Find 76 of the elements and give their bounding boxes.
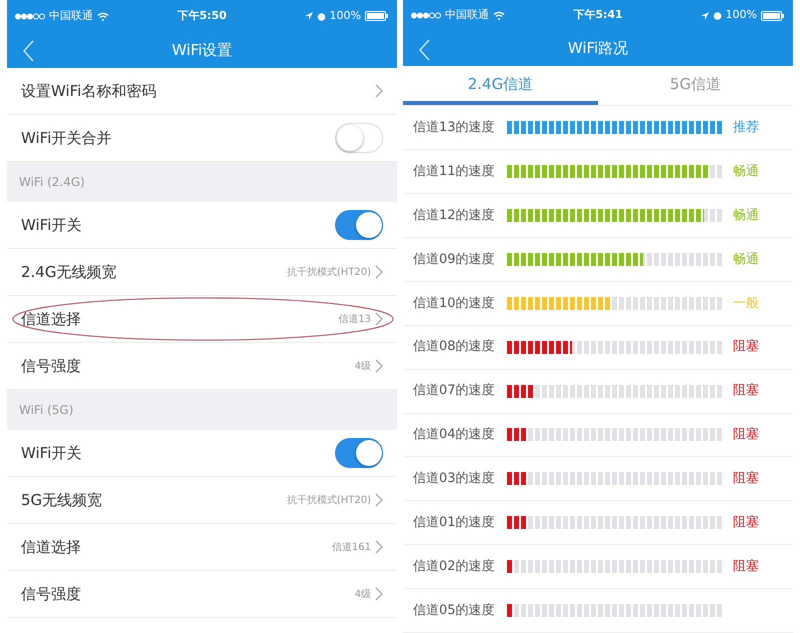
row-label: 信号强度 [21, 356, 82, 377]
row-value: 4级 [354, 360, 371, 374]
channel-label: 信道07的速度 [413, 382, 496, 400]
chevron-icon [375, 540, 383, 554]
channel-status: 畅通 [733, 162, 759, 181]
location-icon [700, 12, 709, 20]
channel-status: 一般 [733, 294, 759, 313]
wifi-icon [493, 11, 505, 20]
channel-status: 畅通 [733, 250, 759, 269]
settings-row[interactable]: WiFi开关 [7, 430, 397, 477]
signal-icon [15, 12, 45, 20]
battery-icon [761, 10, 785, 21]
row-label: WiFi开关合并 [21, 128, 112, 149]
channel-label: 信道02的速度 [413, 558, 496, 576]
settings-row[interactable]: 信道选择 信道161 [7, 524, 397, 571]
row-value: 抗干扰模式(HT20) [286, 266, 371, 280]
row-label: 5G无线频宽 [21, 490, 104, 511]
back-button[interactable] [419, 37, 430, 62]
channel-status: 阻塞 [733, 338, 759, 356]
channel-label: 信道08的速度 [413, 338, 496, 356]
chevron-icon [375, 359, 383, 373]
channel-status: 阻塞 [733, 558, 759, 576]
battery-percent: 100% [726, 7, 757, 24]
channel-label: 信道10的速度 [413, 294, 496, 313]
channel-label: 信道01的速度 [413, 514, 496, 532]
channel-status: 阻塞 [733, 426, 759, 444]
chevron-icon [375, 265, 383, 279]
row-label: 信号强度 [21, 584, 82, 605]
location-icon [304, 12, 313, 20]
channel-label: 信道13的速度 [413, 118, 496, 137]
row-value: 4级 [354, 588, 371, 602]
channel-label: 信道03的速度 [413, 470, 496, 488]
row-value: 信道13 [338, 312, 371, 326]
channel-status: 推荐 [733, 118, 759, 137]
chevron-icon [375, 587, 383, 601]
channel-label: 信道11的速度 [413, 162, 496, 181]
status-time: 下午5:50 [177, 8, 227, 24]
settings-row[interactable]: 设置WiFi名称和密码 [7, 68, 397, 115]
settings-row[interactable]: 信道选择 信道13 [7, 296, 397, 343]
channel-status: 阻塞 [733, 470, 759, 488]
status-time: 下午5:41 [573, 7, 623, 24]
channel-status: 阻塞 [733, 514, 759, 532]
row-value: 信道161 [332, 540, 371, 554]
screen-title: WiFi路况 [568, 38, 628, 60]
chevron-icon [375, 493, 383, 507]
settings-row[interactable]: 信号强度 4级 [7, 571, 397, 618]
channel-label: 信道05的速度 [413, 602, 496, 620]
settings-row[interactable]: 2.4G无线频宽 抗干扰模式(HT20) [7, 249, 397, 296]
section-header: WiFi (5G) [7, 390, 397, 430]
toggle-switch[interactable] [335, 210, 383, 240]
settings-row[interactable]: 5G无线频宽 抗干扰模式(HT20) [7, 477, 397, 524]
row-value: 抗干扰模式(HT20) [286, 494, 371, 508]
channel-label: 信道09的速度 [413, 250, 496, 269]
chevron-icon [375, 312, 383, 326]
channel-label: 信道04的速度 [413, 426, 496, 444]
row-label: WiFi开关 [21, 214, 82, 236]
carrier-name: 中国联通 [445, 7, 489, 24]
battery-percent: 100% [330, 8, 361, 24]
row-label: 设置WiFi名称和密码 [21, 80, 158, 102]
battery-icon [365, 11, 389, 21]
back-button[interactable] [23, 38, 34, 62]
screen-title: WiFi设置 [172, 40, 232, 61]
toggle-switch[interactable] [335, 438, 383, 468]
section-header: WiFi (2.4G) [7, 162, 397, 202]
chevron-icon [375, 84, 383, 98]
channel-status: 阻塞 [733, 382, 759, 400]
wifi-icon [97, 12, 109, 20]
settings-row[interactable]: WiFi开关 [7, 202, 397, 249]
row-label: 信道选择 [21, 308, 82, 330]
signal-icon [411, 12, 441, 20]
row-label: WiFi开关 [21, 442, 82, 464]
row-label: 2.4G无线频宽 [21, 262, 118, 283]
row-label: 信道选择 [21, 536, 82, 558]
channel-label: 信道12的速度 [413, 206, 496, 225]
channel-status: 畅通 [733, 206, 759, 225]
carrier-name: 中国联通 [49, 8, 93, 24]
